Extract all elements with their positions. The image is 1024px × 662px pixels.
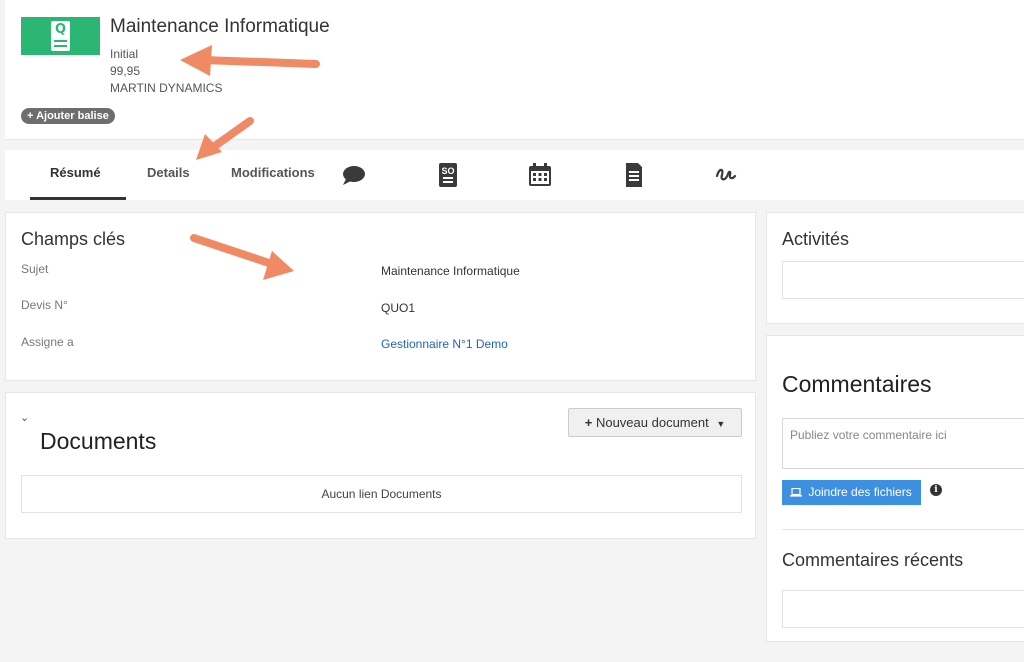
- quote-logo: Q: [21, 17, 100, 55]
- comments-heading: Commentaires: [782, 371, 932, 397]
- attach-files-button[interactable]: Joindre des fichiers: [782, 480, 921, 505]
- record-status: Initial: [110, 47, 139, 61]
- comments-panel: Commentaires Publiez votre commentaire i…: [766, 335, 1024, 642]
- documents-empty-state: Aucun lien Documents: [21, 475, 742, 513]
- activities-heading: Activités: [782, 229, 850, 249]
- key-fields-panel: Champs clés Sujet Maintenance Informatiq…: [5, 212, 756, 381]
- caret-down-icon: ▼: [716, 419, 726, 429]
- document-icon[interactable]: [620, 162, 646, 188]
- comment-input[interactable]: Publiez votre commentaire ici: [782, 418, 1024, 469]
- info-icon[interactable]: i: [930, 484, 942, 496]
- key-fields-heading: Champs clés: [21, 229, 126, 249]
- calendar-icon[interactable]: [527, 162, 553, 188]
- field-label-subject: Sujet: [21, 262, 49, 276]
- svg-text:SO: SO: [441, 166, 454, 176]
- attach-files-label: Joindre des fichiers: [808, 485, 912, 499]
- add-tag-button[interactable]: + Ajouter balise: [21, 108, 115, 124]
- recent-comments-heading: Commentaires récents: [782, 550, 964, 570]
- recent-comments-list: [782, 590, 1024, 628]
- tab-modifications[interactable]: Modifications: [231, 165, 315, 180]
- collapse-chevron-icon[interactable]: ⌄: [20, 411, 29, 424]
- field-label-assignee: Assigne a: [21, 335, 74, 349]
- tab-details[interactable]: Details: [147, 165, 190, 180]
- quote-icon: Q: [51, 21, 70, 51]
- plus-icon: +: [584, 415, 593, 430]
- signature-icon[interactable]: [713, 162, 739, 188]
- chat-icon[interactable]: [340, 162, 366, 188]
- record-tabs: Résumé Details Modifications SO: [5, 150, 1024, 200]
- tab-resume[interactable]: Résumé: [50, 165, 101, 180]
- activities-list: [782, 261, 1024, 299]
- active-tab-indicator: [30, 197, 126, 200]
- sales-order-icon[interactable]: SO: [435, 162, 461, 188]
- field-value-assignee-link[interactable]: Gestionnaire N°1 Demo: [381, 337, 508, 351]
- field-label-quote-number: Devis N°: [21, 298, 68, 312]
- new-document-button[interactable]: + Nouveau document ▼: [568, 408, 742, 437]
- field-value-subject: Maintenance Informatique: [381, 264, 520, 278]
- record-company: MARTIN DYNAMICS: [110, 81, 223, 95]
- activities-panel: Activités: [766, 212, 1024, 324]
- documents-heading: Documents: [40, 428, 157, 454]
- laptop-icon: [790, 487, 802, 497]
- documents-panel: ⌄ Documents + Nouveau document ▼ Aucun l…: [5, 392, 756, 539]
- new-document-label: Nouveau document: [595, 415, 709, 430]
- comments-divider: [782, 529, 1024, 530]
- field-value-quote-number: QUO1: [381, 301, 416, 315]
- record-header: Q Maintenance Informatique Initial 99,95…: [5, 0, 1024, 140]
- record-title: Maintenance Informatique: [110, 16, 330, 37]
- record-amount: 99,95: [110, 64, 141, 78]
